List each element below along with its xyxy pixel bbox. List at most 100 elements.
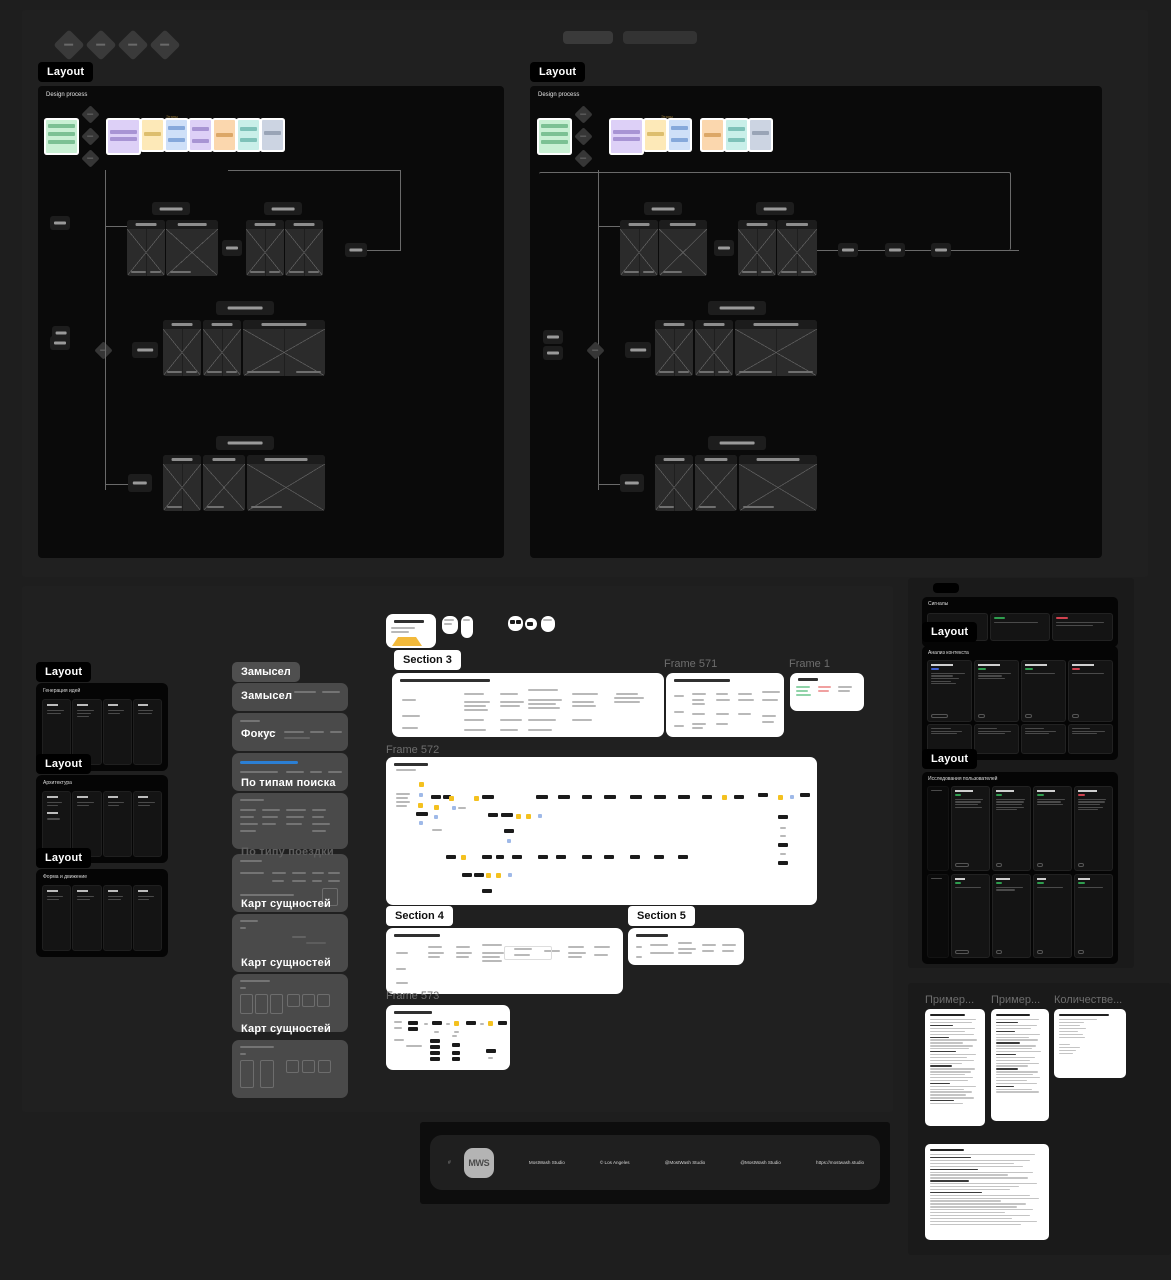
frame-label-layout-4[interactable]: Layout: [36, 754, 92, 774]
research-cell[interactable]: [991, 874, 1031, 958]
idea-card-8[interactable]: [232, 1040, 348, 1098]
frame-label-layout-3[interactable]: Layout: [36, 662, 92, 682]
research-cell[interactable]: [1073, 786, 1113, 871]
grid-cell[interactable]: [132, 791, 162, 857]
grid-cell[interactable]: [102, 885, 132, 951]
flow-end-node-r1[interactable]: [838, 243, 858, 257]
wireframe-card-r1[interactable]: [620, 220, 658, 276]
research-cell[interactable]: [950, 874, 990, 958]
flow-node-l-join[interactable]: [222, 240, 242, 256]
note-green[interactable]: [46, 120, 77, 153]
doc-thumb-2[interactable]: [442, 616, 458, 634]
frame-label-layout-signals[interactable]: Layout: [922, 622, 978, 642]
right-top-chip[interactable]: [933, 583, 959, 593]
wireframe-card-l9[interactable]: [203, 455, 245, 511]
wireframe-card-l5[interactable]: [163, 320, 201, 376]
flow-start-node-r1[interactable]: [543, 330, 563, 344]
wireframe-card-l3[interactable]: [246, 220, 284, 276]
note-orange[interactable]: [214, 120, 235, 150]
frame-label-573[interactable]: Frame 573: [386, 990, 439, 1002]
flow-start-node-left-1[interactable]: [50, 216, 70, 230]
frame-label-zamysel[interactable]: Замысел: [232, 662, 300, 682]
doc-frame-large-1[interactable]: [392, 673, 664, 737]
frame-label-section-4[interactable]: Section 4: [386, 906, 453, 926]
wireframe-card-l6[interactable]: [203, 320, 241, 376]
context-cell[interactable]: [927, 660, 972, 722]
grid-cell[interactable]: [132, 699, 162, 765]
flow-node-l-bottom[interactable]: [128, 474, 152, 492]
note-greyblue-r[interactable]: [750, 120, 771, 150]
footer-item-url[interactable]: https://mostwash.studio: [816, 1160, 864, 1165]
note-blue[interactable]: [166, 120, 187, 150]
context-cell[interactable]: [1021, 724, 1066, 754]
figma-canvas[interactable]: Layout Design process Этапы Layout Desig…: [0, 0, 1171, 1280]
doc-frame-section-5[interactable]: [628, 928, 744, 965]
frame-label-section-5[interactable]: Section 5: [628, 906, 695, 926]
note-blue-r[interactable]: [669, 120, 690, 150]
diamond-icon-3[interactable]: [117, 29, 149, 61]
context-cell[interactable]: [974, 724, 1019, 754]
wireframe-card-r9[interactable]: [695, 455, 737, 511]
toolbar-pill-2[interactable]: [623, 31, 697, 44]
panel-user-research[interactable]: Исследования пользователей: [922, 772, 1118, 964]
flow-label-node-l5[interactable]: [216, 301, 274, 315]
context-cell[interactable]: [1068, 724, 1113, 754]
frame-label-layout-2[interactable]: Layout: [530, 62, 586, 82]
flow-node-r-bottom[interactable]: [620, 474, 644, 492]
wireframe-card-r4[interactable]: [777, 220, 817, 276]
signal-cell[interactable]: [1052, 613, 1113, 641]
context-cell[interactable]: [1021, 660, 1066, 722]
white-doc-1[interactable]: [925, 1009, 985, 1126]
footer-item-handle-2[interactable]: @MostWash Studio: [740, 1160, 781, 1165]
flow-label-node-r6[interactable]: [708, 436, 766, 450]
research-cell[interactable]: [1032, 874, 1072, 958]
doc-thumb-6[interactable]: [541, 616, 555, 632]
wireframe-card-l7[interactable]: [243, 320, 325, 376]
footer-bar[interactable]: # MWS MostWash Studio © Los Angeles @Mos…: [430, 1135, 880, 1190]
flow-label-node-l2[interactable]: [264, 202, 302, 215]
frame-label-1[interactable]: Frame 1: [789, 658, 830, 670]
research-cell[interactable]: [1073, 874, 1113, 958]
flow-end-node-l[interactable]: [345, 243, 367, 257]
wireframe-card-l4[interactable]: [285, 220, 323, 276]
panel-form-motion[interactable]: Форма и движение: [36, 869, 168, 957]
frame-label-layout-5[interactable]: Layout: [36, 848, 92, 868]
frame-label-layout-1[interactable]: Layout: [38, 62, 94, 82]
wireframe-card-r10[interactable]: [739, 455, 817, 511]
white-doc-4[interactable]: [925, 1144, 1049, 1240]
doc-thumb-4[interactable]: [508, 616, 523, 631]
diamond-icon-2[interactable]: [85, 29, 117, 61]
doc-frame-573[interactable]: [386, 1005, 510, 1070]
note-purple[interactable]: [108, 120, 139, 153]
footer-item-handle-1[interactable]: @MostWash Studio: [665, 1160, 706, 1165]
white-doc-3[interactable]: [1054, 1009, 1126, 1078]
context-cell[interactable]: [974, 660, 1019, 722]
footer-item-studio[interactable]: MostWash Studio: [529, 1160, 565, 1165]
flow-label-node-r5[interactable]: [708, 301, 766, 315]
wireframe-card-r2[interactable]: [659, 220, 707, 276]
doc-thumb-3[interactable]: [461, 616, 473, 638]
flow-end-node-r2[interactable]: [885, 243, 905, 257]
grid-cell[interactable]: [132, 885, 162, 951]
flow-label-node-r1[interactable]: [644, 202, 682, 215]
flow-label-node-r2[interactable]: [756, 202, 794, 215]
wireframe-card-r7[interactable]: [735, 320, 817, 376]
note-teal[interactable]: [238, 120, 259, 150]
frame-label-section-3[interactable]: Section 3: [394, 650, 461, 670]
wireframe-card-l2[interactable]: [166, 220, 218, 276]
research-cell[interactable]: [950, 786, 990, 871]
research-cell[interactable]: [1032, 786, 1072, 871]
note-greyblue[interactable]: [262, 120, 283, 150]
wireframe-card-r8[interactable]: [655, 455, 693, 511]
flow-node-right-mid[interactable]: [625, 342, 651, 358]
note-orange-r[interactable]: [702, 120, 723, 150]
signal-cell[interactable]: [989, 613, 1051, 641]
wireframe-card-r3[interactable]: [738, 220, 776, 276]
grid-cell[interactable]: [72, 885, 102, 951]
note-teal-r[interactable]: [726, 120, 747, 150]
wireframe-card-l8[interactable]: [163, 455, 201, 511]
doc-label-example-1[interactable]: Пример...: [925, 994, 974, 1006]
avatar[interactable]: MWS: [463, 1147, 494, 1178]
grid-cell[interactable]: [42, 885, 72, 951]
wireframe-card-r6[interactable]: [695, 320, 733, 376]
